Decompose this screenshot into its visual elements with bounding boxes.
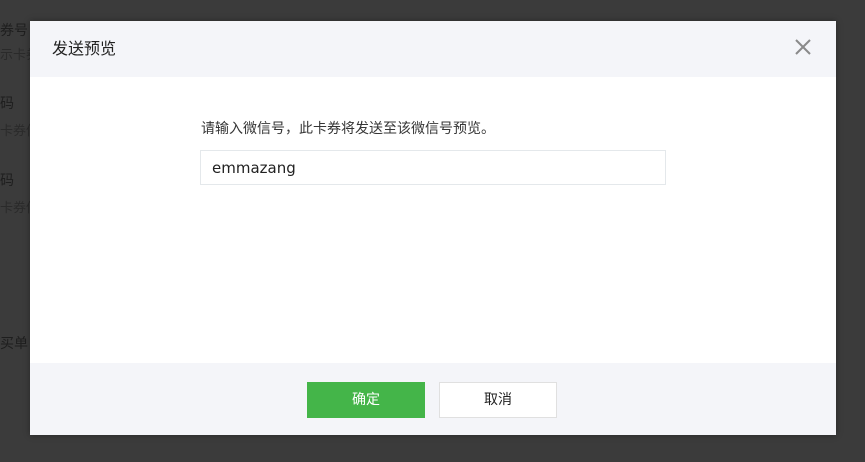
dialog-title: 发送预览	[52, 39, 117, 58]
confirm-button[interactable]: 确定	[307, 382, 425, 418]
cancel-button[interactable]: 取消	[439, 382, 557, 418]
close-icon-glyph	[795, 39, 811, 55]
send-preview-dialog: 发送预览 请输入微信号，此卡券将发送至该微信号预览。 确定 取消	[30, 21, 836, 435]
background-label: 码	[0, 173, 14, 189]
dialog-header: 发送预览	[30, 21, 836, 77]
dialog-body: 请输入微信号，此卡券将发送至该微信号预览。	[30, 77, 836, 363]
close-icon[interactable]	[792, 36, 814, 58]
dialog-footer: 确定 取消	[30, 363, 836, 435]
background-label: 券号	[0, 23, 28, 39]
wechat-id-input[interactable]	[200, 150, 666, 185]
wechat-id-prompt: 请输入微信号，此卡券将发送至该微信号预览。	[201, 121, 495, 137]
background-label: 买单	[0, 336, 28, 352]
background-label: 码	[0, 96, 14, 112]
